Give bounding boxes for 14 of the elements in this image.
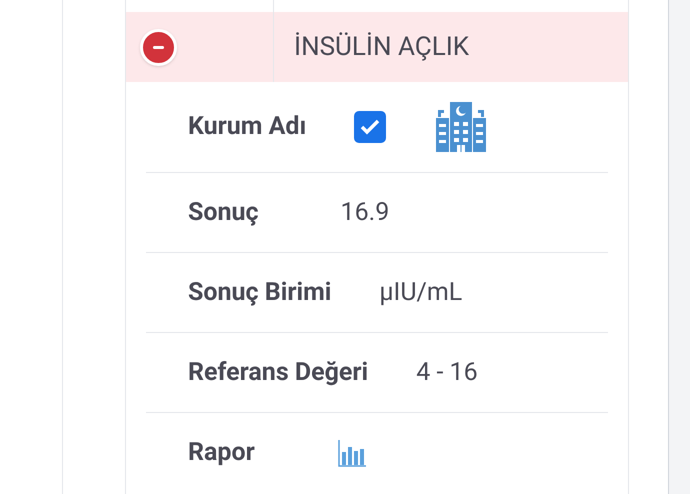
field-label: Sonuç — [188, 196, 259, 229]
collapse-icon[interactable] — [140, 28, 177, 66]
field-label: Rapor — [188, 437, 255, 470]
test-title: İNSÜLİN AÇLIK — [294, 30, 470, 64]
field-value: 4 - 16 — [416, 356, 478, 389]
field-label: Sonuç Birimi — [188, 276, 332, 309]
bar-chart-icon[interactable] — [336, 438, 367, 468]
field-label: Kurum Adı — [188, 111, 306, 144]
hospital-building-icon — [434, 100, 488, 154]
test-header[interactable]: İNSÜLİN AÇLIK — [126, 12, 628, 82]
field-value: µIU/mL — [379, 276, 462, 309]
field-label: Referans Değeri — [188, 356, 368, 389]
field-value: 16.9 — [340, 196, 390, 229]
checkbox[interactable] — [354, 111, 386, 143]
